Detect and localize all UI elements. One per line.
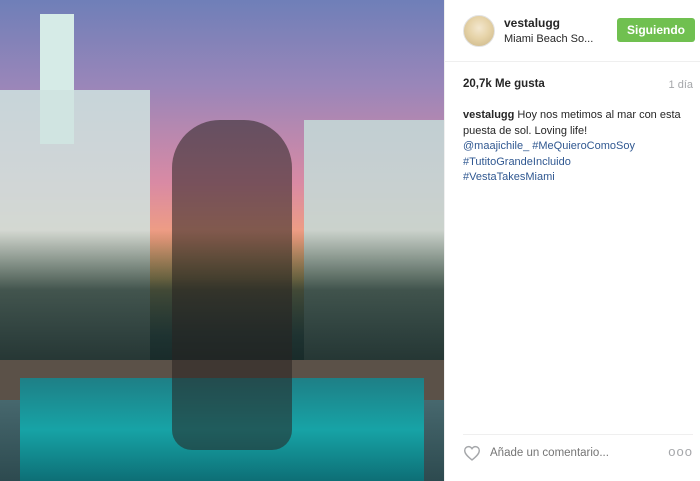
likes-count[interactable]: 20,7k Me gusta	[463, 78, 545, 90]
caption-tag-mention[interactable]: @maajichile_	[463, 140, 529, 152]
divider	[463, 434, 693, 435]
photo-subject-placeholder	[172, 120, 292, 450]
caption-tag-hashtag[interactable]: #VestaTakesMiami	[463, 171, 555, 183]
avatar[interactable]	[463, 15, 495, 47]
username-link[interactable]: vestalugg	[504, 16, 560, 30]
heart-icon[interactable]	[463, 445, 481, 461]
comment-input[interactable]	[490, 444, 660, 462]
caption-author[interactable]: vestalugg	[463, 109, 514, 121]
post-photo[interactable]	[0, 0, 444, 481]
post-sidebar: vestalugg Miami Beach So... Siguiendo 20…	[444, 0, 700, 481]
instagram-post: vestalugg Miami Beach So... Siguiendo 20…	[0, 0, 700, 481]
caption-tag-hashtag[interactable]: #MeQuieroComoSoy	[532, 140, 635, 152]
comment-bar: ooo	[463, 443, 693, 465]
location-link[interactable]: Miami Beach So...	[504, 33, 593, 45]
caption-tag-hashtag[interactable]: #TutitoGrandeIncluido	[463, 156, 571, 168]
post-header: vestalugg Miami Beach So... Siguiendo	[445, 0, 700, 62]
caption: vestalugg Hoy nos metimos al mar con est…	[463, 108, 691, 186]
post-time[interactable]: 1 día	[669, 79, 693, 91]
following-button[interactable]: Siguiendo	[617, 18, 695, 42]
post-stats: 20,7k Me gusta 1 día	[463, 78, 693, 96]
more-options-icon[interactable]: ooo	[668, 444, 693, 459]
